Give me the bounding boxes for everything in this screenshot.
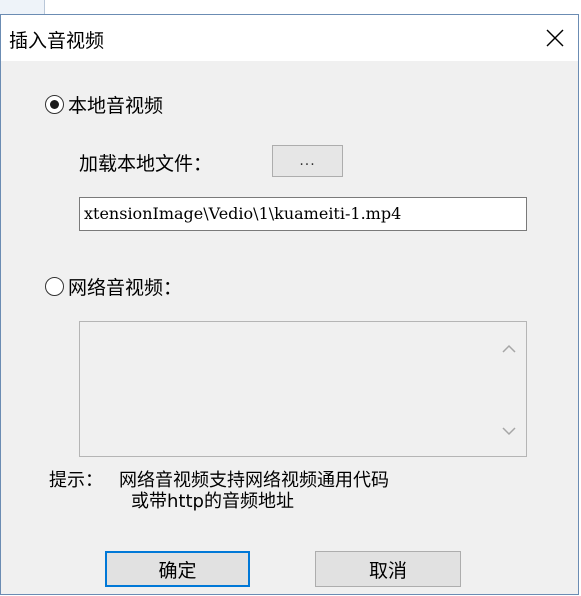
parent-window-edge (0, 0, 45, 14)
network-media-radio-row[interactable]: 网络音视频： (45, 273, 182, 300)
scroll-up-arrow[interactable] (492, 334, 526, 364)
dialog-title: 插入音视频 (9, 30, 105, 52)
local-media-label: 本地音视频 (68, 95, 164, 117)
network-media-radio[interactable] (45, 277, 64, 296)
local-file-path-text: xtensionImage\Vedio\1\kuameiti-1.mp4 (84, 204, 402, 223)
browse-button[interactable]: ... (272, 145, 343, 177)
screen: 插入音视频 本地音视频 加载本地文件： ... xtensionImage\Ve… (0, 0, 581, 596)
textarea-scrollbar[interactable] (492, 322, 526, 456)
cancel-button[interactable]: 取消 (315, 551, 461, 587)
title-bar[interactable]: 插入音视频 (1, 15, 578, 61)
network-media-label: 网络音视频： (68, 277, 183, 299)
local-media-radio-row[interactable]: 本地音视频 (45, 91, 163, 118)
local-media-radio[interactable] (45, 95, 64, 114)
hint-line-1: 网络音视频支持网络视频通用代码 (119, 470, 389, 491)
close-icon (546, 29, 564, 47)
scroll-down-arrow[interactable] (492, 416, 526, 446)
chevron-down-icon (502, 427, 516, 436)
local-file-path-field[interactable]: xtensionImage\Vedio\1\kuameiti-1.mp4 (79, 197, 527, 231)
load-local-file-label: 加载本地文件： (79, 153, 213, 175)
chevron-up-icon (502, 344, 516, 353)
hint-line-2: 或带http的音频地址 (131, 491, 294, 512)
ok-button[interactable]: 确定 (105, 551, 250, 587)
insert-media-dialog: 插入音视频 本地音视频 加载本地文件： ... xtensionImage\Ve… (0, 14, 579, 595)
close-button[interactable] (532, 15, 578, 61)
network-url-textarea[interactable] (79, 321, 527, 457)
hint-prefix: 提示： (49, 470, 103, 491)
